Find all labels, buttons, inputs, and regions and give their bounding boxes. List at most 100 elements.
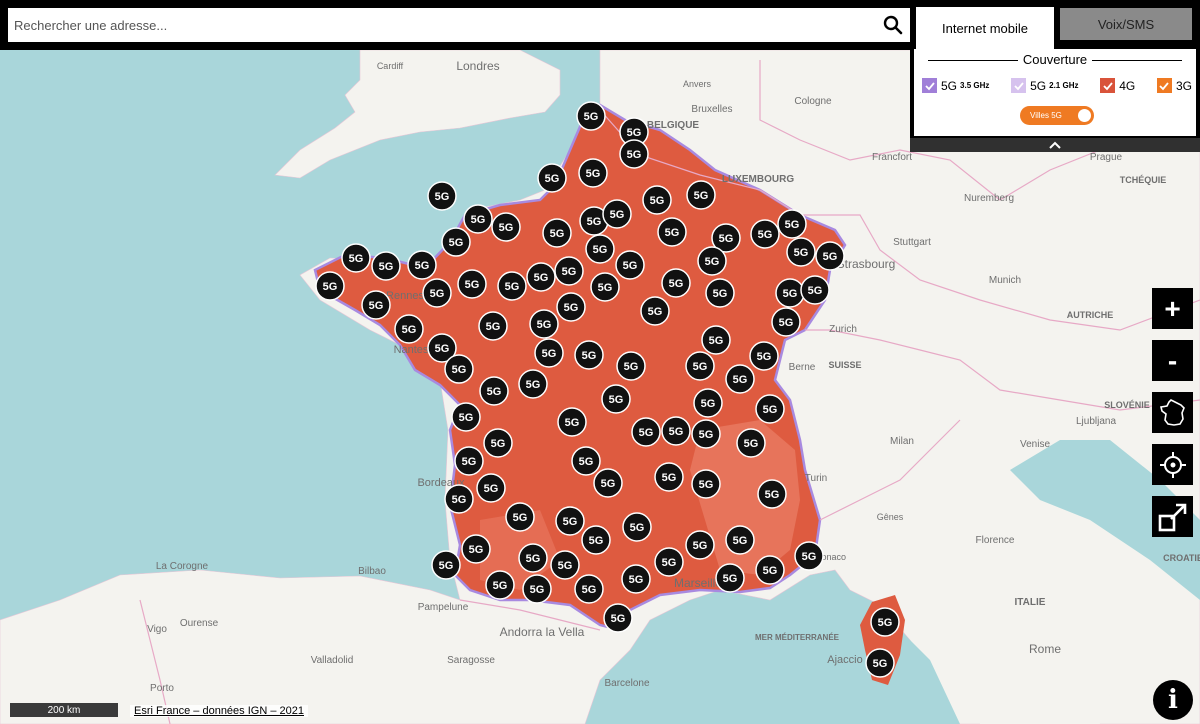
- city-5g-badge[interactable]: 5G: [640, 296, 670, 326]
- city-5g-badge[interactable]: 5G: [701, 325, 731, 355]
- city-5g-badge[interactable]: 5G: [725, 525, 755, 555]
- city-5g-badge[interactable]: 5G: [529, 309, 559, 339]
- city-5g-badge[interactable]: 5G: [750, 219, 780, 249]
- city-5g-badge[interactable]: 5G: [691, 419, 721, 449]
- city-5g-badge[interactable]: 5G: [522, 574, 552, 604]
- city-5g-badge[interactable]: 5G: [444, 484, 474, 514]
- city-5g-badge[interactable]: 5G: [693, 388, 723, 418]
- city-5g-badge[interactable]: 5G: [593, 468, 623, 498]
- city-5g-badge[interactable]: 5G: [631, 417, 661, 447]
- fullscreen-button[interactable]: [1152, 496, 1193, 537]
- city-5g-badge[interactable]: 5G: [478, 311, 508, 341]
- city-5g-badge[interactable]: 5G: [431, 550, 461, 580]
- city-5g-badge[interactable]: 5G: [479, 376, 509, 406]
- city-5g-badge[interactable]: 5G: [602, 199, 632, 229]
- city-5g-badge[interactable]: 5G: [557, 407, 587, 437]
- zoom-out-button[interactable]: -: [1152, 340, 1193, 381]
- city-5g-badge[interactable]: 5G: [578, 158, 608, 188]
- city-5g-badge[interactable]: 5G: [341, 243, 371, 273]
- city-5g-badge[interactable]: 5G: [361, 290, 391, 320]
- city-5g-badge[interactable]: 5G: [686, 180, 716, 210]
- city-5g-badge[interactable]: 5G: [616, 351, 646, 381]
- city-5g-badge[interactable]: 5G: [505, 502, 535, 532]
- legend-5g-2-1ghz[interactable]: 5G 2.1 GHz: [1011, 78, 1078, 93]
- city-5g-badge[interactable]: 5G: [576, 101, 606, 131]
- city-5g-badge[interactable]: 5G: [749, 341, 779, 371]
- city-5g-badge[interactable]: 5G: [601, 384, 631, 414]
- city-5g-badge[interactable]: 5G: [461, 534, 491, 564]
- city-5g-badge[interactable]: 5G: [697, 246, 727, 276]
- city-5g-badge[interactable]: 5G: [407, 250, 437, 280]
- city-5g-badge[interactable]: 5G: [725, 364, 755, 394]
- city-5g-badge[interactable]: 5G: [661, 268, 691, 298]
- city-5g-badge[interactable]: 5G: [554, 256, 584, 286]
- city-5g-badge[interactable]: 5G: [736, 428, 766, 458]
- legend-5g-3-5ghz[interactable]: 5G 3.5 GHz: [922, 78, 989, 93]
- city-5g-badge[interactable]: 5G: [815, 241, 845, 271]
- city-5g-badge[interactable]: 5G: [657, 217, 687, 247]
- city-5g-badge[interactable]: 5G: [463, 204, 493, 234]
- city-5g-badge[interactable]: 5G: [794, 541, 824, 571]
- city-5g-badge[interactable]: 5G: [454, 446, 484, 476]
- city-5g-badge[interactable]: 5G: [518, 369, 548, 399]
- city-5g-badge[interactable]: 5G: [619, 139, 649, 169]
- city-5g-badge[interactable]: 5G: [661, 416, 691, 446]
- city-5g-badge[interactable]: 5G: [603, 603, 633, 633]
- city-5g-badge[interactable]: 5G: [457, 269, 487, 299]
- city-5g-badge[interactable]: 5G: [685, 351, 715, 381]
- city-5g-badge[interactable]: 5G: [755, 394, 785, 424]
- city-5g-badge[interactable]: 5G: [585, 234, 615, 264]
- city-5g-badge[interactable]: 5G: [518, 543, 548, 573]
- city-5g-badge[interactable]: 5G: [775, 278, 805, 308]
- city-5g-badge[interactable]: 5G: [485, 570, 515, 600]
- city-5g-badge[interactable]: 5G: [654, 462, 684, 492]
- city-5g-badge[interactable]: 5G: [497, 271, 527, 301]
- city-5g-badge[interactable]: 5G: [777, 209, 807, 239]
- france-view-button[interactable]: [1152, 392, 1193, 433]
- zoom-in-button[interactable]: +: [1152, 288, 1193, 329]
- city-5g-badge[interactable]: 5G: [394, 314, 424, 344]
- collapse-panel-button[interactable]: [910, 138, 1200, 152]
- city-5g-badge[interactable]: 5G: [705, 278, 735, 308]
- city-5g-badge[interactable]: 5G: [574, 574, 604, 604]
- city-5g-badge[interactable]: 5G: [571, 446, 601, 476]
- city-5g-badge[interactable]: 5G: [654, 547, 684, 577]
- city-5g-badge[interactable]: 5G: [483, 428, 513, 458]
- city-5g-badge[interactable]: 5G: [870, 607, 900, 637]
- checkbox-5g-2-1ghz[interactable]: [1011, 78, 1027, 93]
- city-5g-badge[interactable]: 5G: [491, 212, 521, 242]
- city-5g-badge[interactable]: 5G: [621, 564, 651, 594]
- city-5g-badge[interactable]: 5G: [757, 479, 787, 509]
- city-5g-badge[interactable]: 5G: [865, 648, 895, 678]
- city-5g-badge[interactable]: 5G: [451, 402, 481, 432]
- city-5g-badge[interactable]: 5G: [556, 292, 586, 322]
- checkbox-5g-3-5ghz[interactable]: [922, 78, 937, 93]
- city-5g-badge[interactable]: 5G: [537, 163, 567, 193]
- city-5g-badge[interactable]: 5G: [534, 338, 564, 368]
- city-5g-badge[interactable]: 5G: [427, 181, 457, 211]
- city-5g-badge[interactable]: 5G: [444, 354, 474, 384]
- city-5g-badge[interactable]: 5G: [622, 512, 652, 542]
- search-input[interactable]: [8, 8, 876, 42]
- legend-4g[interactable]: 4G: [1100, 78, 1135, 93]
- checkbox-3g[interactable]: [1156, 78, 1172, 93]
- city-5g-badge[interactable]: 5G: [581, 525, 611, 555]
- city-5g-badge[interactable]: 5G: [476, 473, 506, 503]
- city-5g-badge[interactable]: 5G: [755, 555, 785, 585]
- city-5g-badge[interactable]: 5G: [771, 307, 801, 337]
- city-5g-badge[interactable]: 5G: [786, 237, 816, 267]
- legend-3g[interactable]: 3G: [1156, 78, 1192, 93]
- search-button[interactable]: [876, 8, 910, 42]
- city-5g-badge[interactable]: 5G: [615, 250, 645, 280]
- city-5g-badge[interactable]: 5G: [574, 340, 604, 370]
- city-5g-badge[interactable]: 5G: [555, 506, 585, 536]
- tab-internet-mobile[interactable]: Internet mobile: [916, 7, 1054, 49]
- city-5g-badge[interactable]: 5G: [590, 272, 620, 302]
- city-5g-badge[interactable]: 5G: [526, 262, 556, 292]
- city-5g-badge[interactable]: 5G: [371, 251, 401, 281]
- villes-5g-toggle[interactable]: Villes 5G: [1020, 106, 1094, 125]
- locate-me-button[interactable]: [1152, 444, 1193, 485]
- city-5g-badge[interactable]: 5G: [441, 227, 471, 257]
- city-5g-badge[interactable]: 5G: [422, 278, 452, 308]
- attribution-link[interactable]: Esri France – données IGN – 2021: [130, 705, 308, 717]
